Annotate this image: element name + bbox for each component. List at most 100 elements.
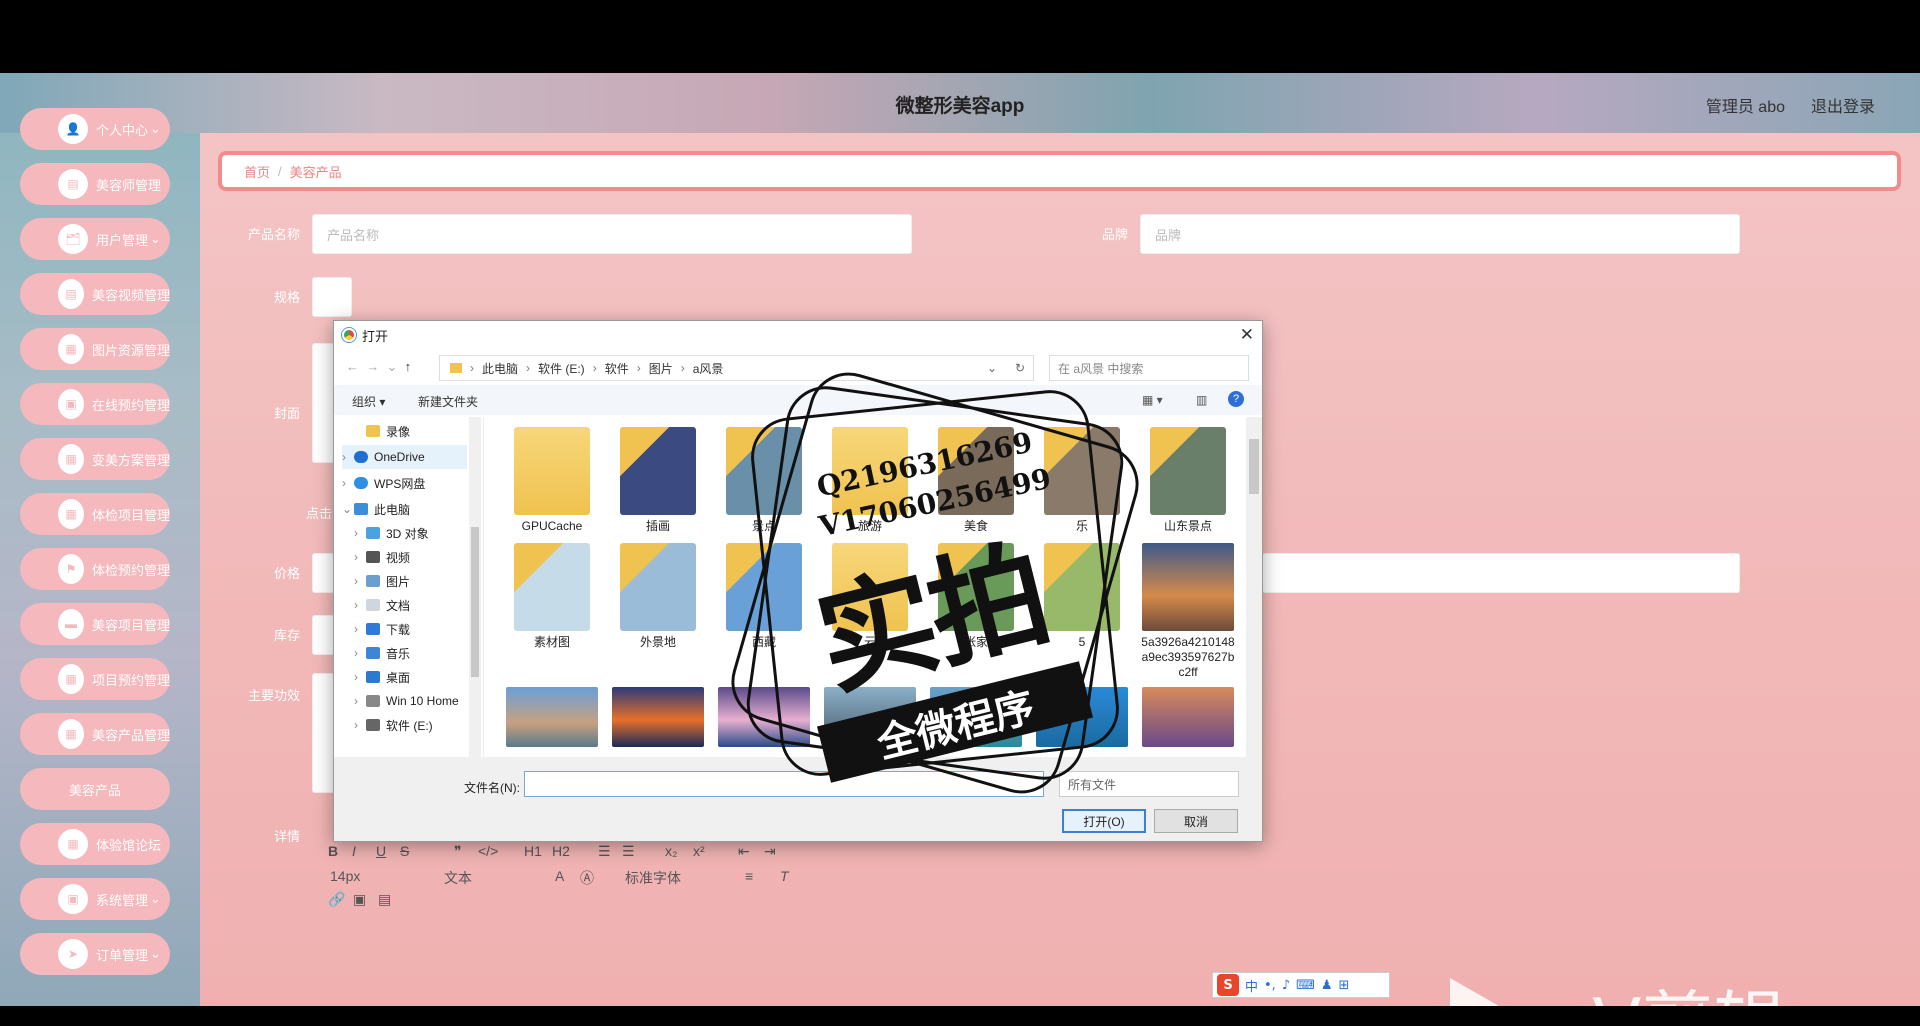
clear-format-icon[interactable]: T bbox=[780, 868, 789, 884]
image-item[interactable] bbox=[928, 687, 1024, 751]
image-item[interactable] bbox=[822, 687, 918, 751]
subscript-button[interactable]: x₂ bbox=[665, 843, 677, 859]
keyboard-icon[interactable]: ⌨ bbox=[1296, 978, 1315, 993]
h2-button[interactable]: H2 bbox=[552, 843, 570, 859]
nav-item[interactable]: › WPS网盘 bbox=[342, 471, 425, 495]
organize-button[interactable]: 组织 ▾ bbox=[352, 393, 385, 410]
path-segment[interactable]: 软件 bbox=[605, 360, 629, 377]
folder-item[interactable]: 山东景点 bbox=[1140, 427, 1236, 534]
folder-item[interactable]: 乐 bbox=[1034, 427, 1130, 534]
link-icon[interactable]: 🔗 bbox=[328, 891, 345, 908]
folder-item[interactable]: 5 bbox=[1034, 543, 1130, 650]
sidebar-item[interactable]: ▤ 美容师管理 bbox=[20, 163, 170, 205]
nav-scrollbar[interactable] bbox=[469, 417, 481, 757]
sidebar-item[interactable]: ▦ 图片资源管理 bbox=[20, 328, 170, 370]
code-button[interactable]: </> bbox=[478, 843, 498, 859]
folder-item[interactable]: 云 bbox=[822, 543, 918, 650]
path-segment[interactable]: 软件 (E:) bbox=[538, 360, 585, 377]
price-side-input[interactable] bbox=[1262, 553, 1740, 593]
filetype-select[interactable]: 所有文件 bbox=[1059, 771, 1239, 797]
folder-item[interactable]: 旅游 bbox=[822, 427, 918, 534]
nav-item[interactable]: › OneDrive bbox=[342, 445, 467, 469]
product-name-input[interactable]: 产品名称 bbox=[312, 214, 912, 254]
nav-item[interactable]: › 文档 bbox=[354, 593, 410, 617]
nav-item[interactable]: › Win 10 Home bbox=[354, 689, 459, 713]
folder-item[interactable]: 外景地 bbox=[610, 543, 706, 650]
image-item[interactable]: 5a3926a4210148a9ec393597627bc2ff bbox=[1140, 543, 1236, 680]
sidebar-item[interactable]: ▦ 项目预约管理 bbox=[20, 658, 170, 700]
strike-button[interactable]: S bbox=[400, 843, 409, 859]
nav-item[interactable]: › 软件 (E:) bbox=[354, 713, 433, 737]
folder-item[interactable]: 景点 bbox=[716, 427, 812, 534]
folder-item[interactable]: 插画 bbox=[610, 427, 706, 534]
sidebar-item[interactable]: 👤 个人中心 ⌄ bbox=[20, 108, 170, 150]
close-icon[interactable]: ✕ bbox=[1240, 325, 1254, 345]
sidebar-item[interactable]: ▦ 体验馆论坛 bbox=[20, 823, 170, 865]
punctuation-icon[interactable]: •, bbox=[1264, 978, 1276, 993]
refresh-icon[interactable]: ↻ bbox=[1015, 361, 1025, 375]
outdent-icon[interactable]: ⇤ bbox=[738, 843, 750, 860]
spec-input[interactable] bbox=[312, 277, 352, 317]
image-item[interactable] bbox=[716, 687, 812, 751]
nav-item[interactable]: 录像 bbox=[366, 419, 410, 443]
h1-button[interactable]: H1 bbox=[524, 843, 542, 859]
font-size-select[interactable]: 14px bbox=[330, 868, 360, 884]
cancel-button[interactable]: 取消 bbox=[1154, 809, 1238, 833]
ime-mode[interactable]: 中 bbox=[1245, 976, 1258, 995]
bold-button[interactable]: B bbox=[328, 843, 338, 859]
skin-icon[interactable]: ♟ bbox=[1321, 978, 1333, 993]
sidebar-item[interactable]: ▤ 美容视频管理 bbox=[20, 273, 170, 315]
sidebar-item[interactable]: ▣ 系统管理 ⌄ bbox=[20, 878, 170, 920]
italic-button[interactable]: I bbox=[352, 843, 356, 859]
superscript-button[interactable]: x² bbox=[693, 843, 705, 859]
folder-item[interactable]: 素材图 bbox=[504, 543, 600, 650]
ordered-list-icon[interactable]: ☰ bbox=[598, 843, 611, 860]
search-input[interactable]: 在 a风景 中搜索 bbox=[1049, 355, 1249, 381]
breadcrumb-home[interactable]: 首页 bbox=[244, 162, 270, 181]
microphone-icon[interactable]: ♪ bbox=[1282, 978, 1290, 993]
image-icon[interactable]: ▣ bbox=[353, 891, 366, 908]
align-icon[interactable]: ≡ bbox=[745, 868, 753, 884]
sidebar-item[interactable]: ▦ 变美方案管理 bbox=[20, 438, 170, 480]
grid-icon[interactable]: ⊞ bbox=[1339, 978, 1350, 993]
video-icon[interactable]: ▤ bbox=[378, 891, 391, 908]
sogou-icon[interactable]: S bbox=[1217, 974, 1239, 996]
sidebar-item[interactable]: ▣ 在线预约管理 bbox=[20, 383, 170, 425]
logout-link[interactable]: 退出登录 bbox=[1811, 93, 1875, 117]
sidebar-item[interactable]: 美容产品 bbox=[20, 768, 170, 810]
folder-item[interactable]: 美食 bbox=[928, 427, 1024, 534]
nav-item[interactable]: › 3D 对象 bbox=[354, 521, 429, 545]
nav-item[interactable]: › 桌面 bbox=[354, 665, 410, 689]
folder-item[interactable]: GPUCache bbox=[504, 427, 600, 534]
image-item[interactable] bbox=[504, 687, 600, 751]
new-folder-button[interactable]: 新建文件夹 bbox=[418, 393, 478, 410]
sidebar-item[interactable]: ▦ 体检项目管理 bbox=[20, 493, 170, 535]
preview-pane-icon[interactable]: ▥ bbox=[1196, 393, 1207, 407]
image-item[interactable] bbox=[1140, 687, 1236, 751]
view-icon[interactable]: ▦ ▾ bbox=[1142, 393, 1163, 407]
font-color-icon[interactable]: A bbox=[555, 868, 564, 884]
indent-icon[interactable]: ⇥ bbox=[764, 843, 776, 860]
nav-arrows-icon[interactable]: ← → ⌄ ↑ bbox=[346, 359, 411, 375]
open-button[interactable]: 打开(O) bbox=[1062, 809, 1146, 833]
quote-button[interactable]: ❞ bbox=[454, 843, 462, 860]
path-box[interactable]: › 此电脑 › 软件 (E:) › 软件 › 图片 › a风景 ⌄ ↻ bbox=[439, 355, 1034, 381]
files-scrollbar[interactable] bbox=[1246, 417, 1262, 757]
ime-toolbar[interactable]: S 中 •, ♪ ⌨ ♟ ⊞ bbox=[1212, 972, 1390, 998]
sidebar-item[interactable]: ⚑ 体检预约管理 bbox=[20, 548, 170, 590]
underline-button[interactable]: U bbox=[376, 843, 386, 859]
sidebar-item[interactable]: ▬ 美容项目管理 bbox=[20, 603, 170, 645]
text-type-select[interactable]: 文本 bbox=[444, 868, 472, 888]
nav-item[interactable]: › 下载 bbox=[354, 617, 410, 641]
path-segment[interactable]: a风景 bbox=[693, 360, 724, 377]
brand-input[interactable]: 品牌 bbox=[1140, 214, 1740, 254]
image-item[interactable] bbox=[1034, 687, 1130, 751]
font-family-select[interactable]: 标准字体 bbox=[625, 868, 681, 888]
nav-item[interactable]: › 图片 bbox=[354, 569, 410, 593]
help-icon[interactable]: ? bbox=[1228, 391, 1244, 407]
nav-item[interactable]: › 视频 bbox=[354, 545, 410, 569]
path-segment[interactable]: 图片 bbox=[649, 360, 673, 377]
nav-item[interactable]: › 音乐 bbox=[354, 641, 410, 665]
filename-input[interactable] bbox=[524, 771, 1044, 797]
sidebar-item[interactable]: 🗂 用户管理 ⌄ bbox=[20, 218, 170, 260]
